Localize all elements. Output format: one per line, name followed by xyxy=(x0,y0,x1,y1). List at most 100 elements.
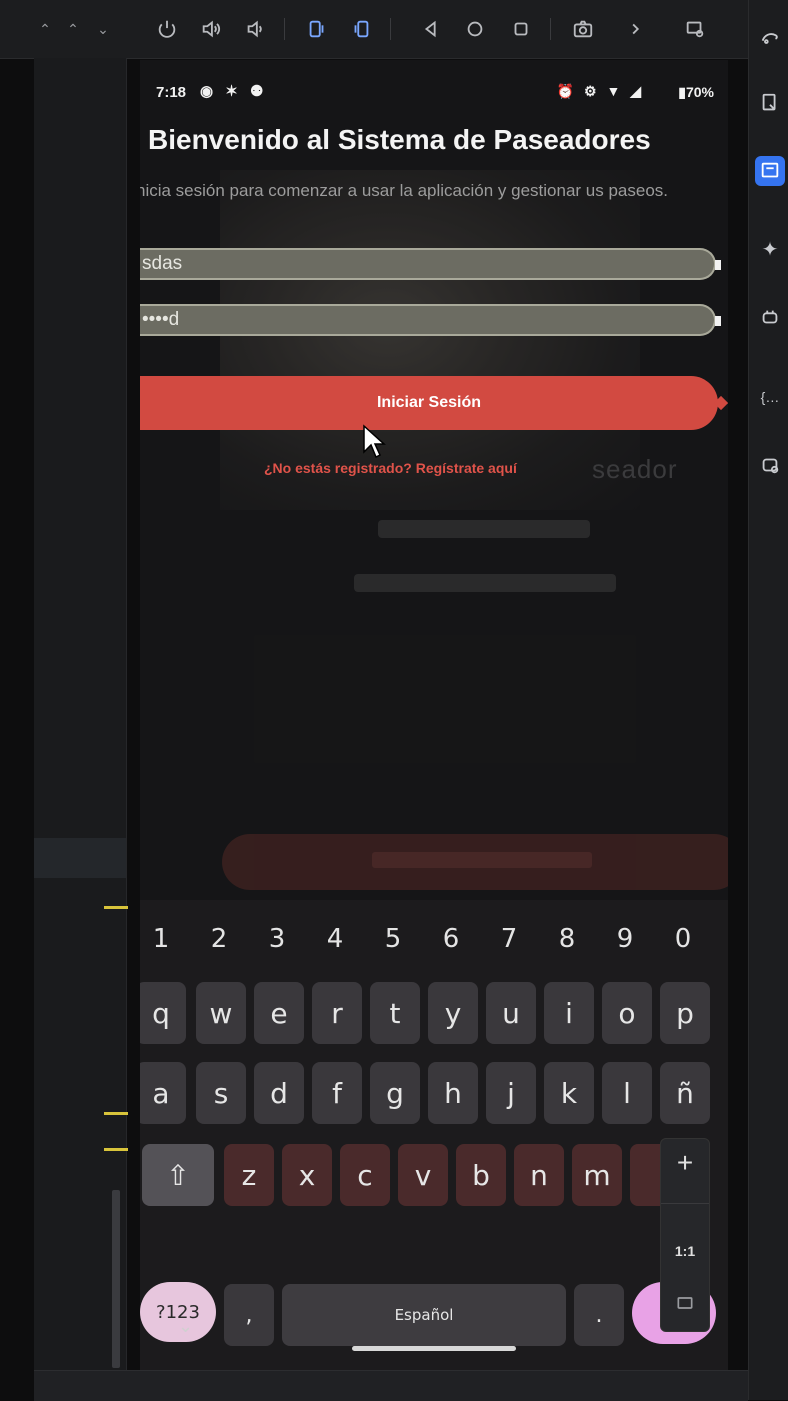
system-status-icons: ⏰ ⚙ ▼ ◢ xyxy=(556,83,644,99)
page-title: Bienvenido al Sistema de Paseadores xyxy=(148,124,651,155)
comma-key[interactable]: , xyxy=(224,1284,274,1346)
ide-tool-strip: ✦ {… xyxy=(748,0,788,1400)
key-x[interactable]: x xyxy=(282,1144,332,1206)
register-link[interactable]: ¿No estás registrado? Regístrate aquí xyxy=(264,460,517,476)
home-icon[interactable] xyxy=(460,14,490,44)
space-key[interactable]: Español xyxy=(282,1284,566,1346)
emulator-toolbar: ⌃ ⌃ ⌄ xyxy=(0,0,748,59)
overview-icon[interactable] xyxy=(506,14,536,44)
key-p[interactable]: p xyxy=(660,982,710,1044)
username-input[interactable]: sdas xyxy=(140,248,721,280)
gemini-icon[interactable]: ✦ xyxy=(755,234,785,264)
key-5[interactable]: 5 xyxy=(378,924,408,954)
key-r[interactable]: r xyxy=(312,982,362,1044)
shift-key[interactable]: ⇧ xyxy=(142,1144,214,1206)
chevron-right-icon[interactable] xyxy=(620,14,650,44)
key-w[interactable]: w xyxy=(196,982,246,1044)
hide-keyboard-icon[interactable]: ⌄ xyxy=(178,1316,193,1337)
key-i[interactable]: i xyxy=(544,982,594,1044)
background-line xyxy=(354,574,616,592)
password-input[interactable]: ••••d xyxy=(140,304,721,336)
chevron-up-icon[interactable]: ⌃ xyxy=(62,14,84,44)
zoom-ratio-button[interactable]: 1:1 xyxy=(661,1243,709,1259)
battery-level: ▮70% xyxy=(678,84,714,100)
key-v[interactable]: v xyxy=(398,1144,448,1206)
login-button-label: Iniciar Sesión xyxy=(376,394,482,411)
volume-down-icon[interactable] xyxy=(240,14,270,44)
running-devices-icon[interactable] xyxy=(755,156,785,186)
password-value: ••••d xyxy=(142,309,180,330)
text-handle[interactable] xyxy=(715,316,721,326)
collapse-panel-icon[interactable]: ⌃ xyxy=(34,14,56,44)
editor-highlight-line xyxy=(34,838,126,878)
key-1[interactable]: 1 xyxy=(146,924,176,954)
key-n-tilde[interactable]: ñ xyxy=(660,1062,710,1124)
app-inspection-icon[interactable] xyxy=(755,450,785,480)
key-z[interactable]: z xyxy=(224,1144,274,1206)
chevron-down-icon[interactable]: ⌄ xyxy=(92,14,114,44)
device-file-icon[interactable] xyxy=(755,88,785,118)
key-b[interactable]: b xyxy=(456,1144,506,1206)
login-button[interactable]: Iniciar Sesión xyxy=(140,376,728,430)
key-d[interactable]: d xyxy=(254,1062,304,1124)
key-y[interactable]: y xyxy=(428,982,478,1044)
gutter-change-marker xyxy=(104,1148,128,1151)
device-manager-icon[interactable] xyxy=(680,14,710,44)
period-key[interactable]: . xyxy=(574,1284,624,1346)
volume-up-icon[interactable] xyxy=(196,14,226,44)
background-text: seador xyxy=(592,454,678,484)
toolbar-separator xyxy=(284,18,285,40)
key-0[interactable]: 0 xyxy=(668,924,698,954)
key-c[interactable]: c xyxy=(340,1144,390,1206)
rotate-right-icon[interactable] xyxy=(346,14,376,44)
key-6[interactable]: 6 xyxy=(436,924,466,954)
key-k[interactable]: k xyxy=(544,1062,594,1124)
page-subtitle: nicia sesión para comenzar a usar la apl… xyxy=(140,181,669,200)
key-a[interactable]: a xyxy=(140,1062,186,1124)
phone-screen: 7:18 ◉ ✶ ⚉ ⏰ ⚙ ▼ ◢ ▮70% Bienvenido al Si… xyxy=(140,60,728,1370)
ide-editor-panel xyxy=(34,58,127,1370)
key-m[interactable]: m xyxy=(572,1144,622,1206)
text-handle[interactable] xyxy=(715,260,721,270)
editor-scrollbar[interactable] xyxy=(112,1190,120,1368)
zoom-fit-button[interactable] xyxy=(661,1293,709,1318)
key-7[interactable]: 7 xyxy=(494,924,524,954)
key-e[interactable]: e xyxy=(254,982,304,1044)
key-s[interactable]: s xyxy=(196,1062,246,1124)
zoom-divider xyxy=(661,1203,709,1204)
notification-icons: ◉ ✶ ⚉ xyxy=(200,83,268,100)
number-row: 1 2 3 4 5 6 7 8 9 0 xyxy=(140,920,728,964)
zoom-controls: + 1:1 xyxy=(660,1138,710,1332)
rotate-left-icon[interactable] xyxy=(302,14,332,44)
key-2[interactable]: 2 xyxy=(204,924,234,954)
ide-status-bar xyxy=(34,1370,748,1401)
key-q[interactable]: q xyxy=(140,982,186,1044)
key-h[interactable]: h xyxy=(428,1062,478,1124)
gradle-icon[interactable] xyxy=(755,22,785,52)
zoom-in-button[interactable]: + xyxy=(661,1147,709,1179)
key-n[interactable]: n xyxy=(514,1144,564,1206)
key-l[interactable]: l xyxy=(602,1062,652,1124)
back-icon[interactable] xyxy=(416,14,446,44)
key-t[interactable]: t xyxy=(370,982,420,1044)
soft-keyboard: 1 2 3 4 5 6 7 8 9 0 q w e r t y u i o p … xyxy=(140,900,728,1370)
key-8[interactable]: 8 xyxy=(552,924,582,954)
battery-percent: 70% xyxy=(685,84,714,100)
status-time: 7:18 xyxy=(156,84,187,101)
power-icon[interactable] xyxy=(152,14,182,44)
mouse-pointer-icon xyxy=(363,424,386,459)
key-g[interactable]: g xyxy=(370,1062,420,1124)
key-o[interactable]: o xyxy=(602,982,652,1044)
toolbar-separator xyxy=(390,18,391,40)
key-u[interactable]: u xyxy=(486,982,536,1044)
key-f[interactable]: f xyxy=(312,1062,362,1124)
key-j[interactable]: j xyxy=(486,1062,536,1124)
android-icon[interactable] xyxy=(755,302,785,332)
gesture-nav-bar[interactable] xyxy=(352,1346,516,1351)
key-3[interactable]: 3 xyxy=(262,924,292,954)
key-4[interactable]: 4 xyxy=(320,924,350,954)
camera-icon[interactable] xyxy=(568,14,598,44)
phone-status-bar: 7:18 ◉ ✶ ⚉ ⏰ ⚙ ▼ ◢ ▮70% xyxy=(156,82,716,106)
json-icon[interactable]: {… xyxy=(755,382,785,412)
key-9[interactable]: 9 xyxy=(610,924,640,954)
